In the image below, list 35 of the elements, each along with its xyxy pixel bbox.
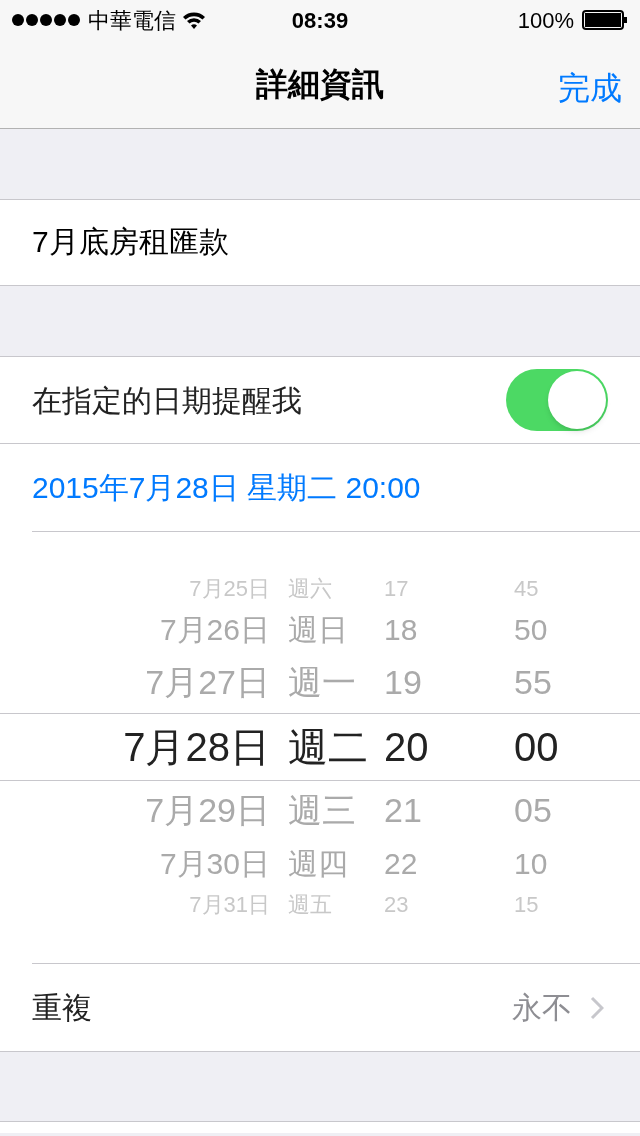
nav-title: 詳細資訊: [256, 65, 384, 104]
picker-minute[interactable]: 00: [514, 716, 574, 777]
picker-hour[interactable]: 21: [384, 785, 444, 836]
picker-weekday[interactable]: 週日: [288, 607, 384, 652]
picker-minute[interactable]: 10: [514, 841, 574, 886]
picker-minute[interactable]: 05: [514, 785, 574, 836]
repeat-value[interactable]: 永不: [512, 985, 572, 1030]
clock-time: 08:39: [291, 6, 349, 35]
picker-date[interactable]: 7月27日: [32, 657, 270, 708]
done-button[interactable]: 完成: [558, 64, 622, 112]
repeat-label: 重複: [32, 990, 93, 1026]
battery-icon: [582, 10, 628, 30]
picker-minute[interactable]: 50: [514, 607, 574, 652]
picker-hour[interactable]: 20: [384, 716, 444, 777]
picker-weekday[interactable]: 週一: [288, 657, 384, 708]
chevron-icon: [590, 995, 604, 1020]
picker-minute[interactable]: 55: [514, 657, 574, 708]
picker-date[interactable]: 7月26日: [32, 607, 270, 652]
picker-date[interactable]: 7月28日: [32, 716, 270, 777]
reminder-toggle[interactable]: [506, 369, 608, 431]
picker-weekday[interactable]: 週二: [288, 716, 384, 777]
date-text[interactable]: 2015年7月28日 星期二 20:00: [32, 465, 421, 510]
wifi-icon: [182, 11, 206, 29]
battery-percent: 100%: [517, 6, 574, 35]
carrier-name: 中華電信: [88, 6, 176, 35]
signal-icon: [12, 14, 82, 26]
picker-date[interactable]: 7月30日: [32, 841, 270, 886]
picker-date[interactable]: 7月29日: [32, 785, 270, 836]
picker-hour[interactable]: 18: [384, 607, 444, 652]
reminder-label: 在指定的日期提醒我: [32, 382, 303, 419]
picker-weekday[interactable]: 週四: [288, 841, 384, 886]
title-field[interactable]: 7月底房租匯款: [0, 199, 640, 286]
picker-weekday[interactable]: 週三: [288, 785, 384, 836]
picker-hour[interactable]: 22: [384, 841, 444, 886]
picker-hour[interactable]: 19: [384, 657, 444, 708]
